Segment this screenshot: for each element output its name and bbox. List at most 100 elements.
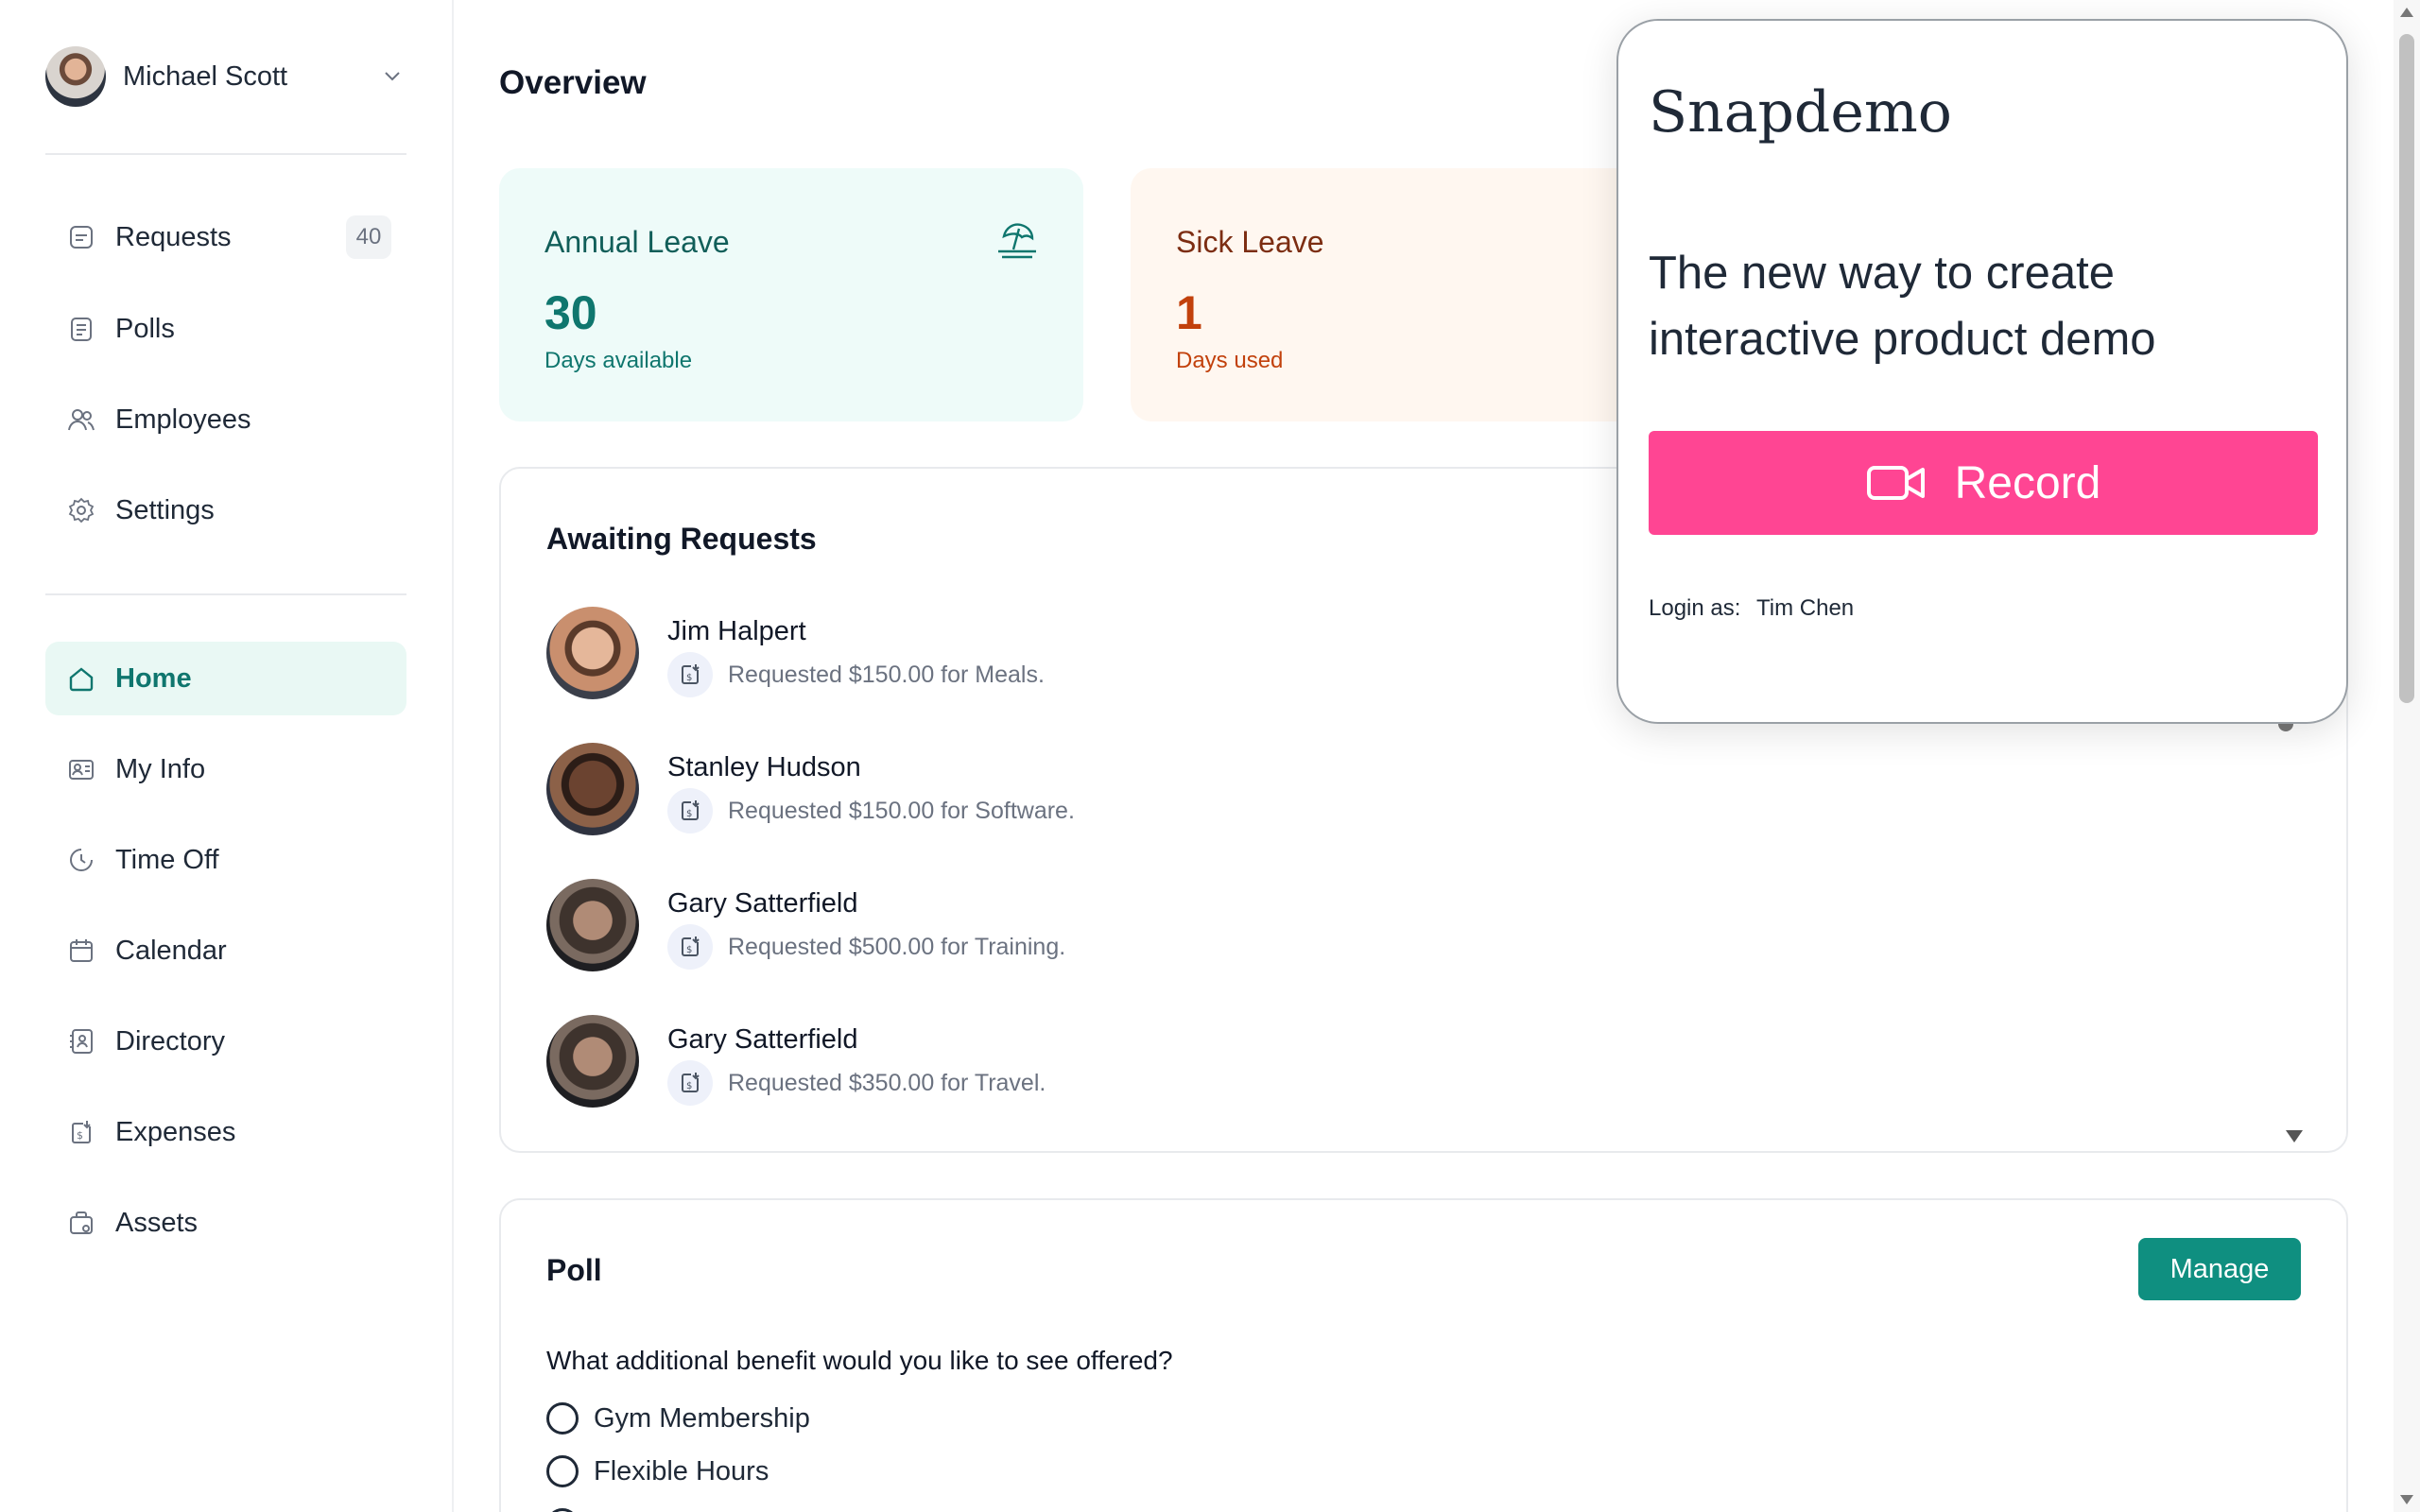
sidebar-item-label: Calendar bbox=[115, 935, 227, 966]
home-icon bbox=[66, 663, 96, 694]
requester-name: Stanley Hudson bbox=[667, 752, 861, 782]
directory-icon bbox=[66, 1026, 96, 1057]
user-name: Michael Scott bbox=[123, 60, 288, 92]
poll-question: What additional benefit would you like t… bbox=[546, 1346, 1173, 1375]
sidebar-item-assets[interactable]: Assets bbox=[45, 1186, 406, 1260]
sidebar-item-label: Directory bbox=[115, 1025, 226, 1057]
sidebar-item-requests[interactable]: Requests 40 bbox=[45, 200, 406, 274]
requester-name: Jim Halpert bbox=[667, 616, 806, 646]
divider bbox=[45, 593, 406, 595]
request-description: Requested $150.00 for Meals. bbox=[728, 662, 1045, 688]
sidebar-item-calendar[interactable]: Calendar bbox=[45, 914, 406, 988]
list-item[interactable]: Gary Satterfield $ Requested $350.00 for… bbox=[546, 1015, 1964, 1109]
record-button[interactable]: Record bbox=[1649, 431, 2318, 535]
user-menu[interactable]: Michael Scott bbox=[45, 45, 406, 108]
radio-button[interactable] bbox=[546, 1402, 579, 1435]
expense-request-icon: $ bbox=[667, 924, 713, 970]
svg-text:$: $ bbox=[686, 1081, 692, 1091]
sidebar-item-label: Expenses bbox=[115, 1116, 236, 1147]
sidebar-item-label: Polls bbox=[115, 313, 175, 344]
snapdemo-popup: Snapdemo The new way to create interacti… bbox=[1616, 19, 2348, 724]
radio-button[interactable] bbox=[546, 1455, 579, 1487]
poll-option-label: Flexible Hours bbox=[594, 1455, 769, 1486]
panel-title: Poll bbox=[546, 1253, 602, 1287]
radio-button[interactable] bbox=[546, 1508, 579, 1512]
assets-icon bbox=[66, 1208, 96, 1238]
card-title: Sick Leave bbox=[1176, 225, 1324, 259]
beach-umbrella-icon bbox=[998, 223, 1036, 259]
avatar bbox=[546, 607, 639, 699]
sidebar-item-settings[interactable]: Settings bbox=[45, 473, 406, 547]
request-description: Requested $500.00 for Training. bbox=[728, 934, 1066, 960]
expense-request-icon: $ bbox=[667, 788, 713, 833]
annual-leave-value: 30 bbox=[544, 286, 597, 339]
clock-icon bbox=[66, 845, 96, 875]
requester-name: Gary Satterfield bbox=[667, 1024, 858, 1055]
sidebar-item-label: Employees bbox=[115, 404, 251, 435]
sick-leave-caption: Days used bbox=[1176, 348, 1284, 373]
sidebar-item-label: Home bbox=[115, 662, 192, 694]
sidebar-item-home[interactable]: Home bbox=[45, 642, 406, 715]
svg-text:$: $ bbox=[686, 809, 692, 819]
sidebar-item-time-off[interactable]: Time Off bbox=[45, 823, 406, 897]
poll-option[interactable] bbox=[546, 1508, 594, 1512]
login-user[interactable]: Tim Chen bbox=[1756, 595, 1854, 622]
snapdemo-logo: Snapdemo bbox=[1649, 79, 1952, 146]
expense-request-icon: $ bbox=[667, 652, 713, 697]
sidebar-item-label: Requests bbox=[115, 221, 232, 252]
record-label: Record bbox=[1954, 457, 2101, 508]
chevron-down-icon[interactable] bbox=[378, 62, 406, 91]
scroll-up-icon[interactable] bbox=[2400, 8, 2413, 17]
sidebar-item-expenses[interactable]: $ Expenses bbox=[45, 1095, 406, 1169]
poll-option[interactable]: Flexible Hours bbox=[546, 1455, 769, 1487]
request-description: Requested $150.00 for Software. bbox=[728, 798, 1075, 824]
video-camera-icon bbox=[1866, 466, 1925, 500]
settings-icon bbox=[66, 495, 96, 525]
id-card-icon bbox=[66, 754, 96, 784]
expense-request-icon: $ bbox=[667, 1060, 713, 1106]
login-label: Login as: bbox=[1649, 595, 1741, 621]
poll-option[interactable]: Gym Membership bbox=[546, 1402, 810, 1435]
svg-text:$: $ bbox=[77, 1129, 83, 1142]
sidebar-item-label: Time Off bbox=[115, 844, 219, 875]
list-item[interactable]: Gary Satterfield $ Requested $500.00 for… bbox=[546, 879, 1964, 973]
avatar bbox=[45, 46, 106, 107]
sidebar-item-label: My Info bbox=[115, 753, 206, 784]
employees-icon bbox=[66, 404, 96, 435]
calendar-icon bbox=[66, 936, 96, 966]
poll-option-label: Gym Membership bbox=[594, 1402, 810, 1434]
requests-count-badge: 40 bbox=[346, 215, 391, 259]
annual-leave-card[interactable]: Annual Leave 30 Days available bbox=[499, 168, 1083, 421]
annual-leave-caption: Days available bbox=[544, 348, 693, 373]
sidebar-item-label: Assets bbox=[115, 1207, 199, 1238]
requester-name: Gary Satterfield bbox=[667, 888, 858, 919]
card-title: Annual Leave bbox=[544, 225, 730, 259]
avatar bbox=[546, 879, 639, 971]
sidebar-item-employees[interactable]: Employees bbox=[45, 383, 406, 456]
page-title: Overview bbox=[499, 64, 647, 101]
sidebar-item-directory[interactable]: Directory bbox=[45, 1005, 406, 1078]
sick-leave-value: 1 bbox=[1176, 286, 1202, 339]
popup-tagline: The new way to create interactive produc… bbox=[1649, 248, 2156, 365]
list-item[interactable]: Stanley Hudson $ Requested $150.00 for S… bbox=[546, 743, 1964, 837]
scrollbar-thumb[interactable] bbox=[2399, 34, 2414, 703]
expenses-icon: $ bbox=[66, 1117, 96, 1147]
scroll-down-icon[interactable] bbox=[2400, 1495, 2413, 1504]
sidebar-item-my-info[interactable]: My Info bbox=[45, 732, 406, 806]
page-scrollbar[interactable] bbox=[2394, 0, 2420, 1512]
avatar bbox=[546, 1015, 639, 1108]
divider bbox=[45, 153, 406, 155]
avatar bbox=[546, 743, 639, 835]
svg-text:$: $ bbox=[686, 673, 692, 683]
sidebar-item-polls[interactable]: Polls bbox=[45, 292, 406, 366]
poll-panel: Poll Manage What additional benefit woul… bbox=[499, 1198, 2348, 1512]
sidebar: Michael Scott Requests 40 Polls Employee… bbox=[0, 0, 454, 1512]
svg-text:$: $ bbox=[686, 945, 692, 955]
requests-icon bbox=[66, 222, 96, 252]
sidebar-item-label: Settings bbox=[115, 494, 215, 525]
polls-icon bbox=[66, 314, 96, 344]
manage-button[interactable]: Manage bbox=[2138, 1238, 2301, 1300]
panel-title: Awaiting Requests bbox=[546, 522, 817, 556]
list-scroll-down-icon[interactable] bbox=[2286, 1130, 2303, 1143]
request-description: Requested $350.00 for Travel. bbox=[728, 1070, 1046, 1096]
